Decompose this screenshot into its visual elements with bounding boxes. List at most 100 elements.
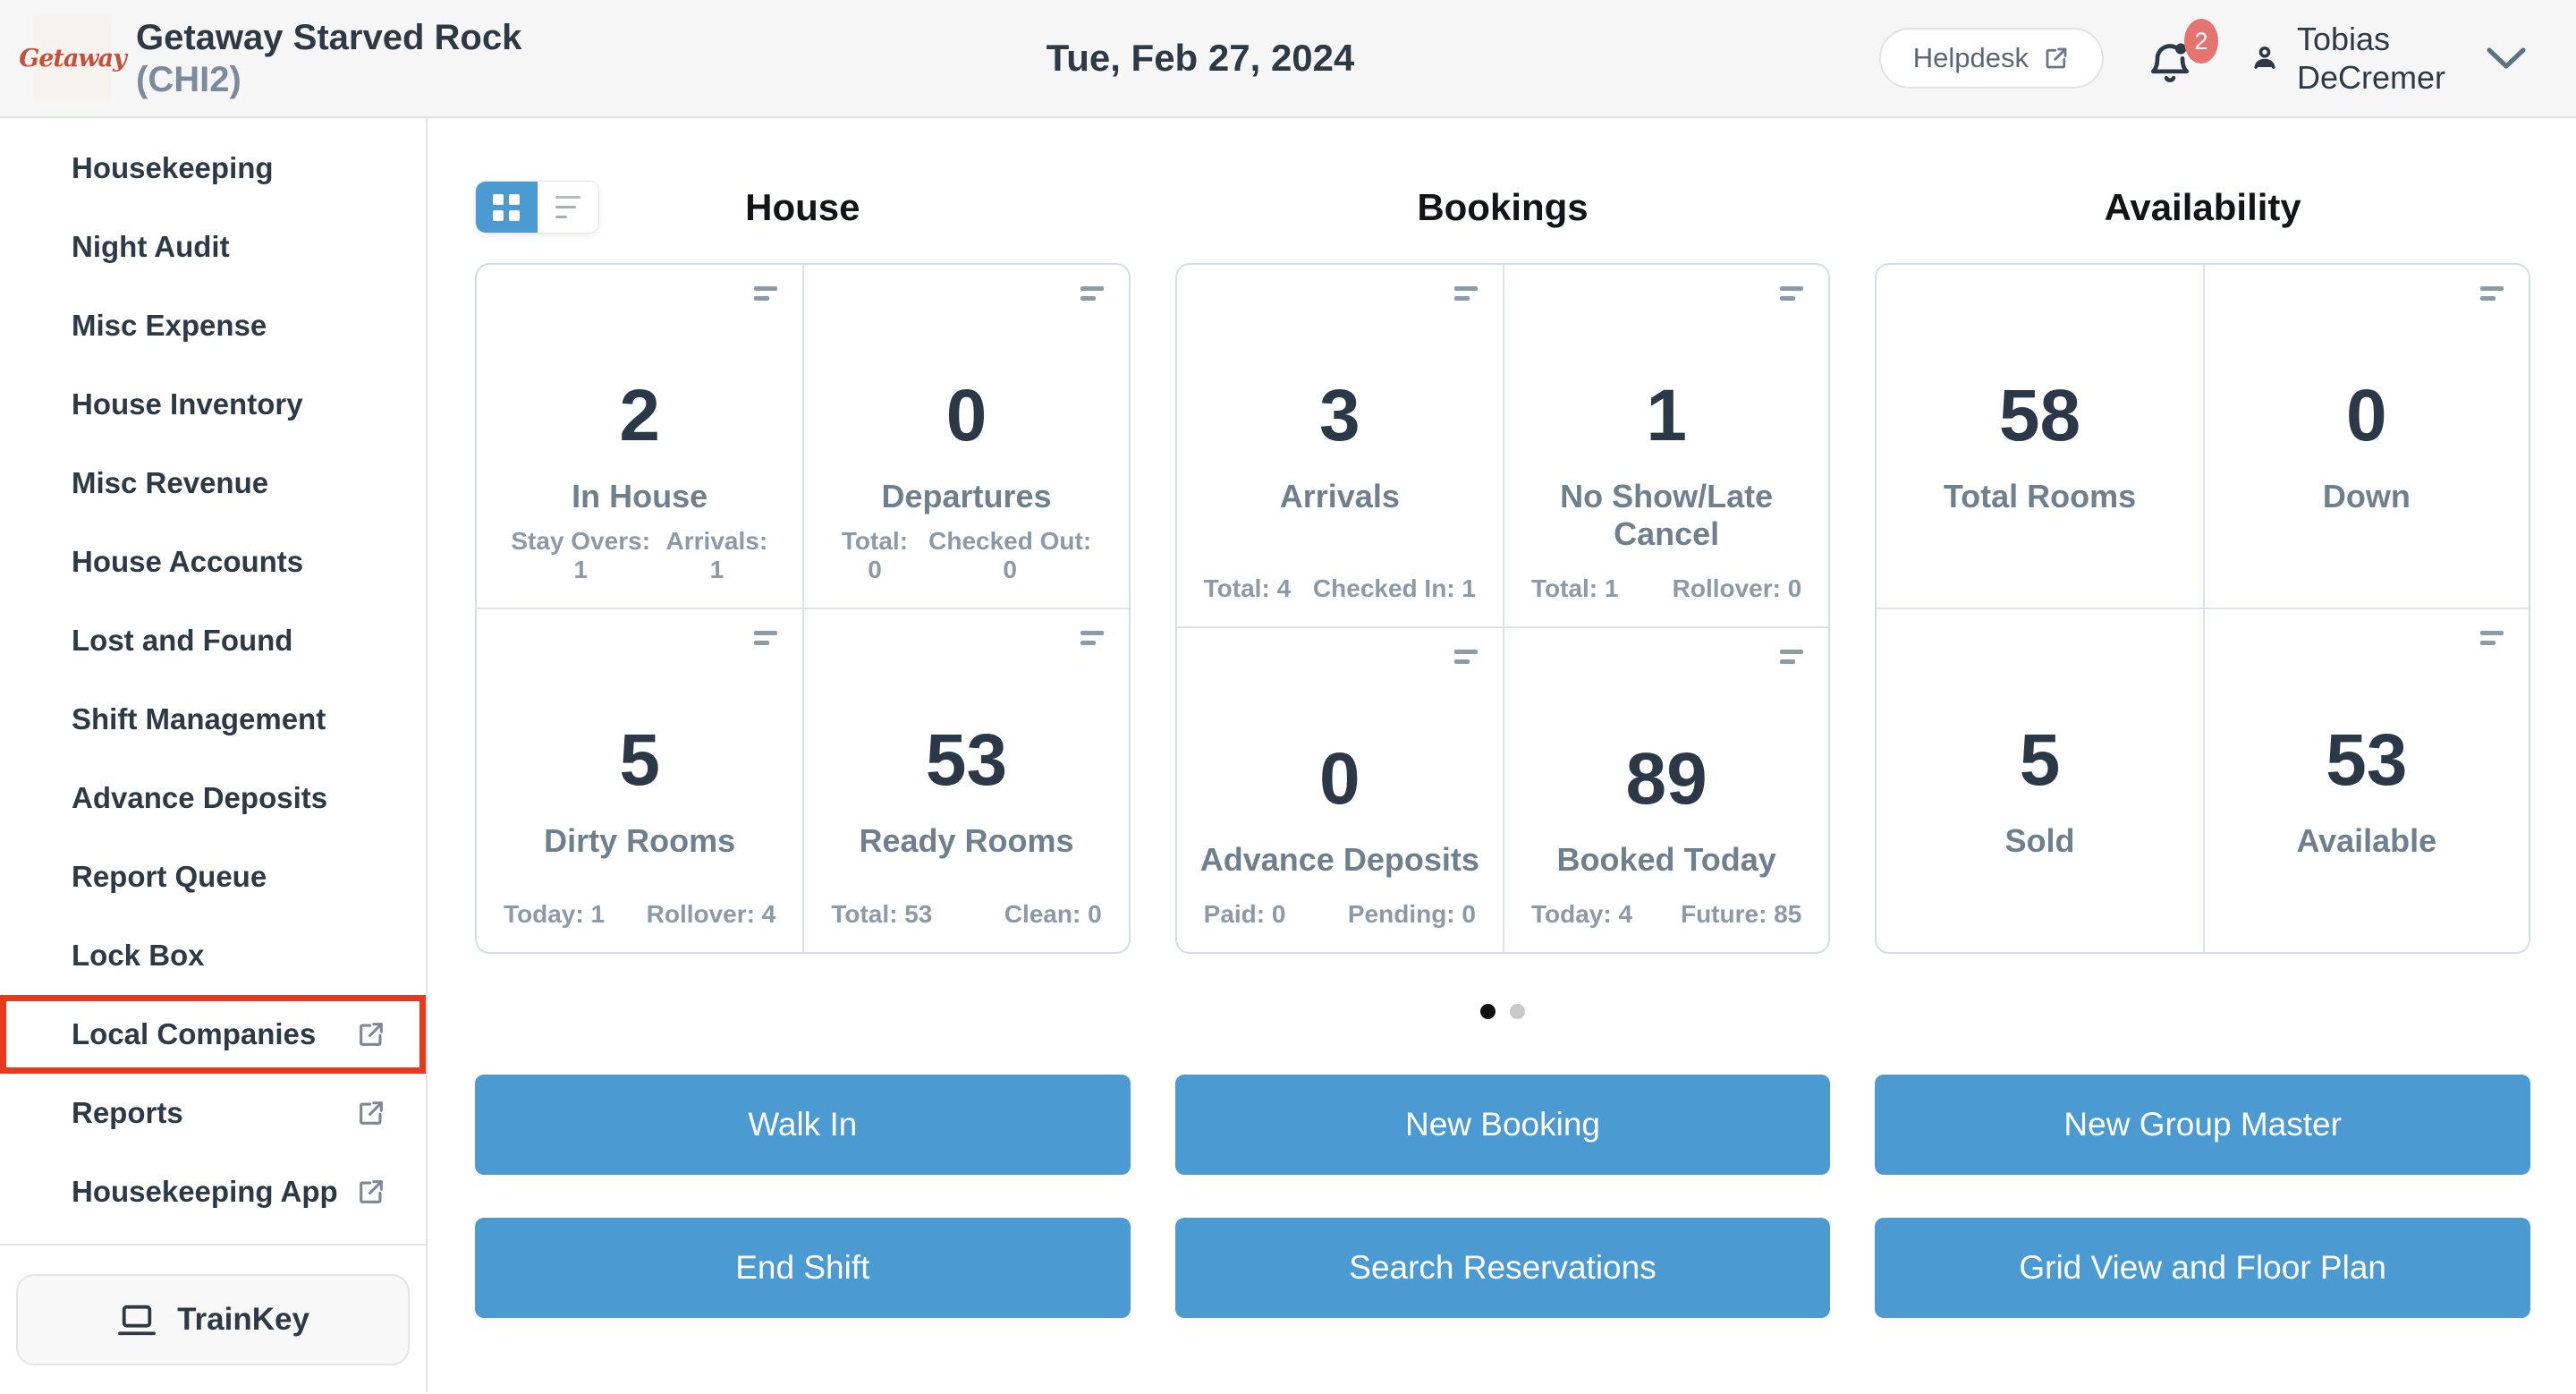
stat-footer: Paid: 0 Pending: 0 — [1204, 900, 1476, 929]
sidebar-item-label: Lock Box — [72, 939, 205, 973]
sidebar-item-label: Local Companies — [72, 1017, 316, 1051]
walk-in-button[interactable]: Walk In — [475, 1075, 1131, 1175]
user-menu[interactable]: Tobias DeCremer — [2249, 20, 2526, 97]
trainkey-button[interactable]: TrainKey — [16, 1274, 410, 1365]
sidebar-item-label: Misc Revenue — [72, 466, 268, 500]
laptop-icon — [116, 1302, 157, 1338]
external-link-icon — [356, 1098, 386, 1128]
end-shift-button[interactable]: End Shift — [475, 1218, 1131, 1318]
stat-menu-icon[interactable] — [2480, 286, 2504, 301]
stat-menu-icon[interactable] — [1780, 650, 1803, 664]
brand: Getaway Getaway Starved Rock (CHI2) — [34, 14, 521, 102]
house-card: 2 In House Stay Overs: 1 Arrivals: 1 0 D… — [475, 263, 1131, 954]
stat-footer-right: Checked Out: 0 — [919, 527, 1102, 584]
logo-text: Getaway — [19, 45, 126, 72]
dashboard: House Bookings Availability 2 In House S… — [428, 118, 2576, 1392]
stat-value: 0 — [804, 379, 1128, 453]
stat-tile-in-house[interactable]: 2 In House Stay Overs: 1 Arrivals: 1 — [477, 265, 802, 608]
availability-header-cell: Availability — [1875, 181, 2530, 234]
sidebar-item-label: Housekeeping App — [72, 1175, 338, 1209]
stat-value: 0 — [2205, 379, 2529, 453]
section-title-house: House — [745, 186, 860, 229]
sidebar-item-label: Misc Expense — [72, 309, 267, 343]
stat-footer: Today: 4 Future: 85 — [1531, 900, 1801, 929]
stat-footer-left: Today: 1 — [504, 900, 605, 929]
sidebar-item-report-queue[interactable]: Report Queue — [0, 837, 426, 916]
stat-menu-icon[interactable] — [2480, 631, 2504, 645]
notifications-button[interactable]: 2 — [2145, 24, 2207, 92]
stat-tile-arrivals[interactable]: 3 Arrivals Total: 4 Checked In: 1 — [1177, 265, 1503, 626]
sidebar-nav: Housekeeping Night Audit Misc Expense Ho… — [0, 118, 426, 1231]
stat-value: 5 — [1877, 724, 2202, 797]
stat-menu-icon[interactable] — [754, 286, 777, 301]
stat-footer: Total: 4 Checked In: 1 — [1204, 574, 1476, 603]
sidebar-item-shift-management[interactable]: Shift Management — [0, 680, 426, 759]
sidebar-item-reports[interactable]: Reports — [0, 1074, 426, 1152]
stat-tile-advance-deposits[interactable]: 0 Advance Deposits Paid: 0 Pending: 0 — [1177, 626, 1503, 952]
stat-footer: Today: 1 Rollover: 4 — [504, 900, 775, 929]
search-reservations-button[interactable]: Search Reservations — [1175, 1218, 1831, 1318]
stat-menu-icon[interactable] — [1454, 286, 1478, 301]
stat-footer-right: Rollover: 4 — [647, 900, 776, 929]
user-last-name: DeCremer — [2297, 58, 2445, 97]
stat-tile-no-show-late-cancel[interactable]: 1 No Show/Late Cancel Total: 1 Rollover:… — [1503, 265, 1828, 626]
grid-view-floor-plan-button[interactable]: Grid View and Floor Plan — [1875, 1218, 2530, 1318]
current-date: Tue, Feb 27, 2024 — [521, 37, 1878, 80]
sidebar: Housekeeping Night Audit Misc Expense Ho… — [0, 118, 428, 1392]
sidebar-item-house-inventory[interactable]: House Inventory — [0, 365, 426, 444]
stat-label: Arrivals — [1177, 478, 1503, 515]
stat-value: 53 — [804, 724, 1128, 797]
stat-menu-icon[interactable] — [1080, 286, 1104, 301]
stat-tile-available[interactable]: 53 Available — [2203, 608, 2529, 952]
sidebar-item-label: Housekeeping — [72, 151, 274, 185]
stat-footer-right: Pending: 0 — [1348, 900, 1476, 929]
sidebar-item-housekeeping[interactable]: Housekeeping — [0, 129, 426, 208]
section-headers: House Bookings Availability — [475, 181, 2530, 234]
stat-label: Dirty Rooms — [477, 822, 802, 860]
sidebar-item-lost-and-found[interactable]: Lost and Found — [0, 601, 426, 680]
list-view-button[interactable] — [538, 182, 599, 233]
stat-menu-icon[interactable] — [1454, 650, 1478, 664]
stat-tile-sold[interactable]: 5 Sold — [1877, 608, 2202, 952]
new-booking-button[interactable]: New Booking — [1175, 1075, 1831, 1175]
stat-footer: Total: 1 Rollover: 0 — [1531, 574, 1801, 603]
new-group-master-button[interactable]: New Group Master — [1875, 1075, 2530, 1175]
helpdesk-button[interactable]: Helpdesk — [1879, 28, 2104, 89]
stat-menu-icon[interactable] — [1780, 286, 1803, 301]
stat-label: Available — [2205, 822, 2529, 860]
stat-menu-icon[interactable] — [1080, 631, 1104, 645]
pagination-dot[interactable] — [1510, 1004, 1525, 1019]
sidebar-item-housekeeping-app[interactable]: Housekeeping App — [0, 1152, 426, 1231]
sidebar-item-label: House Accounts — [72, 545, 303, 579]
header-right-cluster: Helpdesk 2 Tobias DeCr — [1879, 20, 2526, 97]
stat-footer-left: Today: 4 — [1531, 900, 1632, 929]
stat-tile-down[interactable]: 0 Down — [2203, 265, 2529, 608]
sidebar-item-local-companies[interactable]: Local Companies — [0, 995, 426, 1074]
stat-tile-ready-rooms[interactable]: 53 Ready Rooms Total: 53 Clean: 0 — [802, 608, 1128, 952]
sidebar-item-night-audit[interactable]: Night Audit — [0, 208, 426, 286]
pagination-dot[interactable] — [1480, 1004, 1496, 1019]
stat-tile-dirty-rooms[interactable]: 5 Dirty Rooms Today: 1 Rollover: 4 — [477, 608, 802, 952]
grid-view-button[interactable] — [476, 182, 538, 233]
sidebar-item-lock-box[interactable]: Lock Box — [0, 916, 426, 995]
grid-icon — [493, 194, 520, 221]
stat-value: 89 — [1504, 743, 1828, 816]
sidebar-item-advance-deposits[interactable]: Advance Deposits — [0, 759, 426, 837]
notification-badge: 2 — [2184, 19, 2218, 64]
stat-footer-right: Arrivals: 1 — [657, 527, 775, 584]
sidebar-item-label: Lost and Found — [72, 624, 292, 658]
view-toggle[interactable] — [475, 181, 599, 234]
sidebar-item-label: Advance Deposits — [72, 781, 327, 815]
stat-menu-icon[interactable] — [754, 631, 777, 645]
sidebar-item-misc-expense[interactable]: Misc Expense — [0, 286, 426, 365]
stat-tile-booked-today[interactable]: 89 Booked Today Today: 4 Future: 85 — [1503, 626, 1828, 952]
stat-label: Total Rooms — [1877, 478, 2202, 515]
app-header: Getaway Getaway Starved Rock (CHI2) Tue,… — [0, 0, 2576, 118]
person-icon — [2249, 38, 2281, 78]
sidebar-item-house-accounts[interactable]: House Accounts — [0, 523, 426, 601]
sidebar-item-misc-revenue[interactable]: Misc Revenue — [0, 444, 426, 523]
stat-tile-departures[interactable]: 0 Departures Total: 0 Checked Out: 0 — [802, 265, 1128, 608]
availability-card: 58 Total Rooms 0 Down 5 Sold 53 Availabl… — [1875, 263, 2530, 954]
stat-footer-left: Total: 1 — [1531, 574, 1618, 603]
stat-tile-total-rooms[interactable]: 58 Total Rooms — [1877, 265, 2202, 608]
